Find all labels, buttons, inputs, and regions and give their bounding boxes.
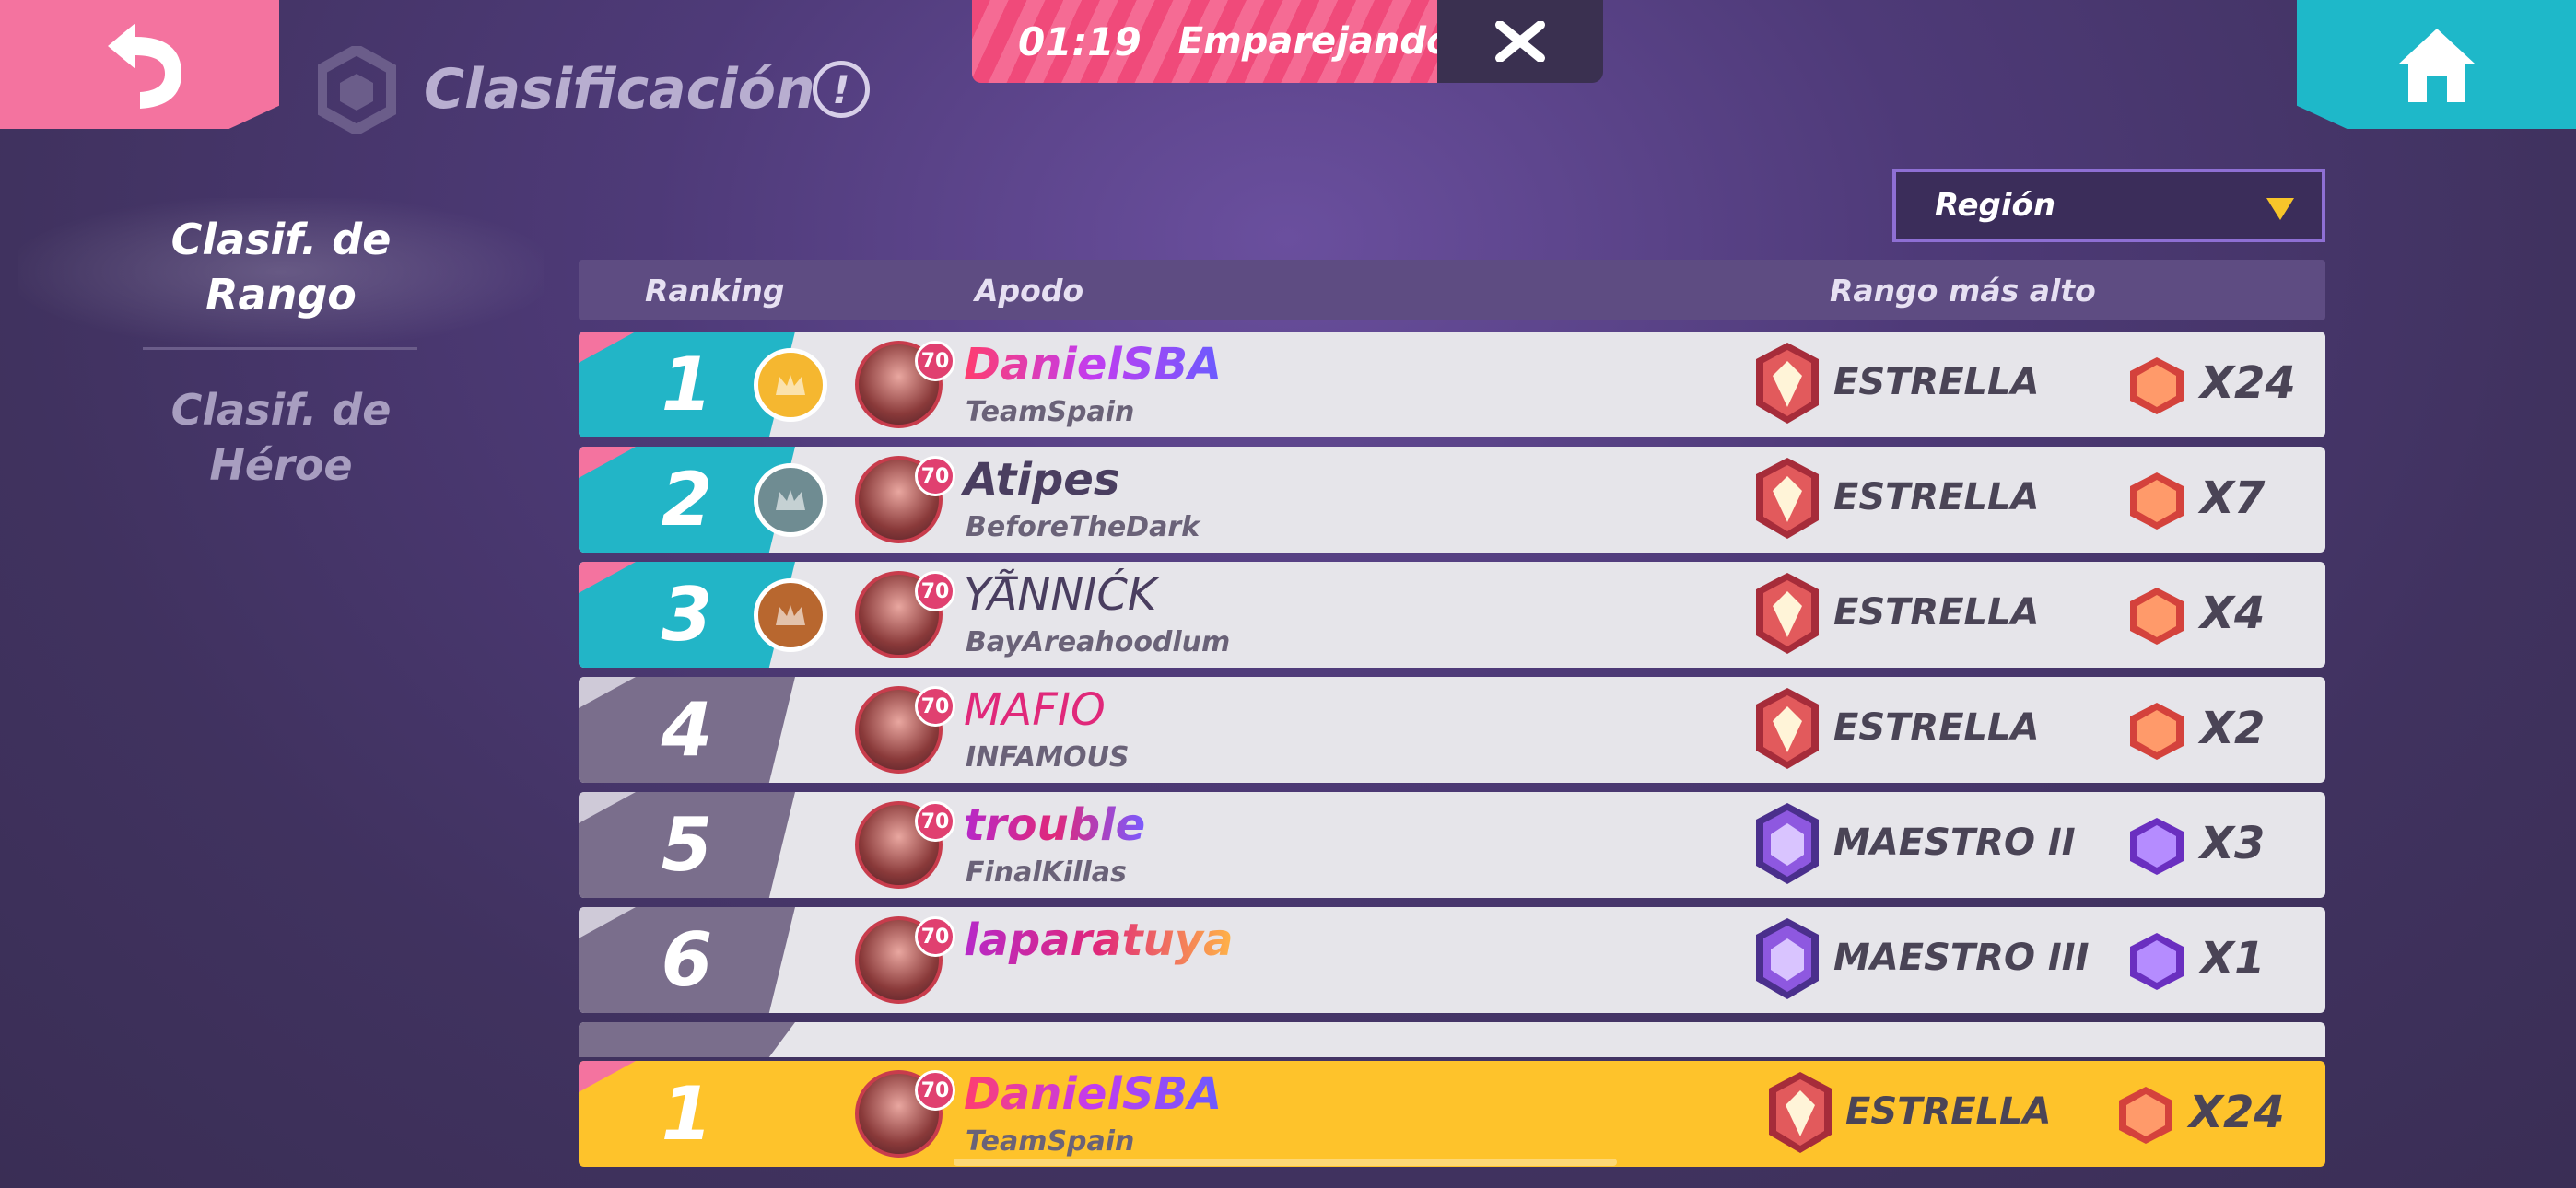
master-gem-icon [2128, 816, 2185, 877]
star-tier-icon [1754, 686, 1821, 771]
star-tier-icon [1767, 1070, 1833, 1155]
rank-number: 4 [661, 687, 713, 773]
level-badge: 70 [915, 801, 955, 842]
star-gem-icon [2117, 1085, 2174, 1146]
player-team: TeamSpain [966, 396, 1135, 428]
gem-count: X1 [2200, 933, 2266, 984]
player-team: TeamSpain [966, 1125, 1135, 1158]
master-gem-icon [2128, 931, 2185, 992]
sidebar-divider [143, 347, 417, 350]
tab-rank-leaderboard[interactable]: Clasif. de Rango [120, 212, 442, 322]
gem-count: X7 [2200, 472, 2266, 524]
player-team: BeforeTheDark [966, 511, 1200, 543]
back-arrow-icon [107, 23, 181, 109]
star-gem-icon [2128, 355, 2185, 416]
player-nickname: laparatuya [964, 914, 1234, 966]
star-tier-icon [1754, 571, 1821, 656]
player-nickname: DanielSBA [964, 339, 1223, 390]
player-nickname: Atipes [964, 454, 1120, 506]
home-button[interactable] [2297, 0, 2576, 129]
column-ranking: Ranking [645, 273, 785, 309]
corner-tab [579, 562, 636, 593]
level-badge: 70 [915, 341, 955, 381]
highest-rank-name: ESTRELLA [1833, 361, 2040, 403]
corner-tab [579, 792, 636, 823]
rank-number: 6 [661, 917, 713, 1003]
star-gem-icon [2128, 471, 2185, 531]
gem-count: X24 [2200, 357, 2296, 409]
silver-medal-icon [754, 463, 827, 537]
player-team: FinalKillas [966, 856, 1127, 889]
table-row[interactable]: 2 70 Atipes BeforeTheDark ESTRELLA X7 [579, 447, 2325, 553]
match-timer: 01:19 [1018, 18, 1142, 64]
player-nickname: trouble [964, 799, 1146, 851]
table-row[interactable]: 3 70 YÃ̅NNIĆK BayAreahoodlum ESTRELLA X4 [579, 562, 2325, 668]
bronze-medal-icon [754, 578, 827, 652]
close-icon [1495, 21, 1545, 62]
cancel-match-button[interactable] [1437, 0, 1603, 83]
info-icon[interactable]: ! [813, 61, 870, 118]
star-tier-icon [1754, 341, 1821, 425]
level-badge: 70 [915, 456, 955, 496]
corner-tab [579, 677, 636, 708]
rank-number: 5 [661, 802, 713, 888]
highest-rank-name: ESTRELLA [1833, 706, 2040, 749]
scrollbar[interactable] [954, 1159, 1617, 1166]
level-badge: 70 [915, 686, 955, 727]
level-badge: 70 [915, 571, 955, 611]
home-icon [2398, 29, 2475, 102]
gem-count: X2 [2200, 703, 2266, 754]
star-gem-icon [2128, 586, 2185, 646]
table-row[interactable]: 4 70 MAFIO INFAMOUS ESTRELLA X2 [579, 677, 2325, 783]
level-badge: 70 [915, 1070, 955, 1111]
rank-number: 1 [661, 1071, 713, 1157]
highest-rank-name: ESTRELLA [1833, 591, 2040, 634]
player-team: INFAMOUS [966, 741, 1130, 774]
star-gem-icon [2128, 701, 2185, 762]
triangle-down-icon [2266, 198, 2294, 220]
highest-rank-name: ESTRELLA [1833, 476, 2040, 518]
table-header: Ranking Apodo Rango más alto [579, 260, 2325, 320]
highest-rank-name: MAESTRO III [1833, 937, 2090, 979]
master-tier-icon [1754, 916, 1821, 1001]
match-status: Emparejando [1177, 20, 1452, 63]
player-team: BayAreahoodlum [966, 626, 1231, 658]
player-nickname: MAFIO [964, 684, 1106, 736]
column-nickname: Apodo [975, 273, 1084, 309]
table-row[interactable]: 1 70 DanielSBA TeamSpain ESTRELLA X24 [579, 332, 2325, 437]
matchmaking-bar: 01:19 Emparejando [972, 0, 1451, 83]
rank-number: 1 [661, 342, 713, 427]
rank-number: 3 [661, 572, 713, 658]
corner-tab [579, 907, 636, 938]
back-button[interactable] [0, 0, 279, 129]
table-row[interactable]: 6 70 laparatuya MAESTRO III X1 [579, 907, 2325, 1013]
corner-tab [579, 1061, 636, 1092]
page-title: Clasificación [424, 57, 815, 122]
corner-tab [579, 447, 636, 478]
rank-number: 2 [661, 457, 713, 542]
gem-count: X3 [2200, 818, 2266, 869]
my-rank-row[interactable]: 1 70 DanielSBA TeamSpain ESTRELLA X24 [579, 1061, 2325, 1167]
rank-number-box [579, 1022, 795, 1057]
highest-rank-name: MAESTRO II [1833, 821, 2076, 864]
region-dropdown[interactable]: Región [1892, 169, 2325, 242]
player-nickname: YÃ̅NNIĆK [964, 569, 1157, 621]
region-label: Región [1935, 187, 2056, 224]
table-row-partial[interactable] [579, 1022, 2325, 1057]
leaderboard-logo-icon [318, 46, 396, 134]
gem-count: X24 [2189, 1087, 2285, 1138]
highest-rank-name: ESTRELLA [1845, 1090, 2052, 1133]
gold-medal-icon [754, 348, 827, 422]
column-highest-rank: Rango más alto [1830, 273, 2096, 309]
master-tier-icon [1754, 801, 1821, 886]
level-badge: 70 [915, 916, 955, 957]
player-nickname: DanielSBA [964, 1068, 1223, 1120]
corner-tab [579, 332, 636, 363]
tab-hero-leaderboard[interactable]: Clasif. de Héroe [120, 382, 442, 493]
gem-count: X4 [2200, 588, 2266, 639]
table-row[interactable]: 5 70 trouble FinalKillas MAESTRO II X3 [579, 792, 2325, 898]
star-tier-icon [1754, 456, 1821, 541]
